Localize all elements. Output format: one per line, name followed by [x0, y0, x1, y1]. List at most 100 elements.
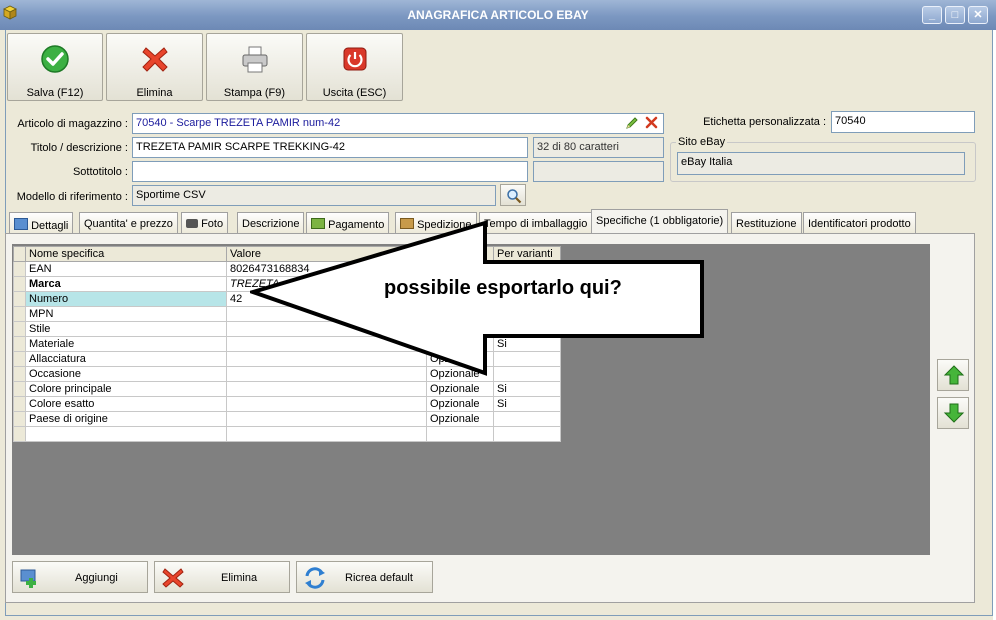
spec-name[interactable]: Allacciatura	[25, 351, 227, 367]
spec-name[interactable]	[25, 426, 227, 442]
spec-name[interactable]: Paese di origine	[25, 411, 227, 427]
save-label: Salva (F12)	[26, 87, 84, 99]
magnifier-icon	[507, 189, 522, 204]
delete-spec-label: Elimina	[221, 572, 258, 584]
titolo-label: Titolo / descrizione :	[30, 142, 128, 154]
spec-variant[interactable]: Si	[493, 381, 561, 397]
row-indicator	[13, 351, 26, 367]
save-button[interactable]: Salva (F12)	[7, 33, 103, 101]
exit-label: Uscita (ESC)	[322, 87, 387, 99]
delete-button[interactable]: Elimina	[106, 33, 203, 101]
row-indicator	[13, 306, 26, 322]
close-button[interactable]: ✕	[968, 6, 988, 24]
spec-variant[interactable]	[493, 411, 561, 427]
sito-ebay-label: Sito eBay	[676, 136, 728, 148]
add-icon	[20, 569, 36, 588]
table-icon	[14, 218, 28, 230]
sottotitolo-label: Sottotitolo :	[72, 166, 128, 178]
table-row[interactable]: Paese di origine Opzionale	[13, 411, 561, 427]
tab-label: Quantita' e prezzo	[84, 218, 173, 230]
table-row[interactable]: Colore principale Opzionale Si	[13, 381, 561, 397]
x-icon	[141, 47, 168, 72]
spec-name[interactable]: Materiale	[25, 336, 227, 352]
x-icon	[162, 568, 184, 588]
clear-icon[interactable]	[645, 116, 658, 129]
sito-ebay-field[interactable]: eBay Italia	[677, 152, 965, 175]
modello-label: Modello di riferimento :	[16, 191, 128, 203]
annotation-arrow	[250, 220, 704, 376]
add-spec-label: Aggiungi	[75, 572, 118, 584]
sottotitolo-field[interactable]	[132, 161, 528, 182]
window-titlebar: ANAGRAFICA ARTICOLO EBAY	[0, 0, 996, 30]
table-row[interactable]: Colore esatto Opzionale Si	[13, 396, 561, 412]
spec-name[interactable]: Numero	[25, 291, 227, 307]
etichetta-label: Etichetta personalizzata :	[703, 116, 826, 128]
tab-restituzione[interactable]: Restituzione	[731, 212, 802, 234]
titolo-char-count: 32 di 80 caratteri	[533, 137, 664, 158]
spec-variant[interactable]	[493, 426, 561, 442]
annotation-text: possibile esportarlo qui?	[384, 277, 622, 299]
maximize-button[interactable]: □	[945, 6, 965, 24]
row-indicator	[13, 396, 26, 412]
row-indicator	[13, 381, 26, 397]
delete-label: Elimina	[136, 87, 173, 99]
spec-name[interactable]: EAN	[25, 261, 227, 277]
refresh-icon	[305, 567, 325, 589]
spec-name[interactable]: Stile	[25, 321, 227, 337]
spec-value[interactable]	[226, 426, 427, 442]
titolo-field[interactable]: TREZETA PAMIR SCARPE TREKKING-42	[132, 137, 528, 158]
row-indicator	[13, 426, 26, 442]
reset-default-label: Ricrea default	[345, 572, 413, 584]
print-label: Stampa (F9)	[223, 87, 286, 99]
spec-name[interactable]: Occasione	[25, 366, 227, 382]
row-indicator-header	[13, 246, 26, 262]
spec-variant[interactable]: Si	[493, 396, 561, 412]
spec-value[interactable]	[226, 396, 427, 412]
column-header-nome[interactable]: Nome specifica	[25, 246, 227, 262]
tab-identificatori-prodotto[interactable]: Identificatori prodotto	[803, 212, 916, 234]
tab-label: Foto	[201, 218, 224, 230]
move-up-button[interactable]	[937, 359, 969, 391]
tab-label: Identificatori prodotto	[808, 218, 911, 230]
print-button[interactable]: Stampa (F9)	[206, 33, 303, 101]
spec-name[interactable]: Marca	[25, 276, 227, 292]
add-spec-button[interactable]: Aggiungi	[12, 561, 148, 593]
check-icon	[41, 45, 69, 73]
modello-field[interactable]: Sportime CSV	[132, 185, 496, 206]
tab-label: Restituzione	[736, 218, 797, 230]
row-indicator	[13, 276, 26, 292]
tab-foto[interactable]: Foto	[181, 212, 229, 234]
spec-type: Opzionale	[426, 396, 494, 412]
arrow-up-icon	[943, 365, 965, 385]
row-indicator	[13, 321, 26, 337]
delete-spec-button[interactable]: Elimina	[154, 561, 290, 593]
spec-name[interactable]: Colore principale	[25, 381, 227, 397]
row-indicator	[13, 366, 26, 382]
app-icon	[3, 5, 17, 20]
arrow-down-icon	[943, 403, 965, 423]
etichetta-field[interactable]: 70540	[831, 111, 975, 133]
row-indicator	[13, 411, 26, 427]
window-title: ANAGRAFICA ARTICOLO EBAY	[407, 8, 589, 22]
tab-dettagli[interactable]: Dettagli	[9, 212, 74, 234]
spec-name[interactable]: MPN	[25, 306, 227, 322]
move-down-button[interactable]	[937, 397, 969, 429]
modello-search-button[interactable]	[500, 184, 526, 206]
minimize-button[interactable]: _	[922, 6, 942, 24]
row-indicator	[13, 291, 26, 307]
table-row-empty[interactable]	[13, 426, 561, 442]
tab-quantita-prezzo[interactable]: Quantita' e prezzo	[79, 212, 178, 234]
sottotitolo-char-count	[533, 161, 664, 182]
camera-icon	[186, 219, 198, 228]
spec-value[interactable]	[226, 411, 427, 427]
pencil-icon[interactable]	[625, 116, 639, 130]
reset-default-button[interactable]: Ricrea default	[296, 561, 433, 593]
spec-type	[426, 426, 494, 442]
tab-label: Dettagli	[31, 220, 69, 232]
articolo-label: Articolo di magazzino :	[17, 118, 128, 130]
exit-button[interactable]: Uscita (ESC)	[306, 33, 403, 101]
spec-name[interactable]: Colore esatto	[25, 396, 227, 412]
power-icon	[343, 47, 366, 71]
spec-value[interactable]	[226, 381, 427, 397]
articolo-field[interactable]: 70540 - Scarpe TREZETA PAMIR num-42	[132, 113, 664, 134]
